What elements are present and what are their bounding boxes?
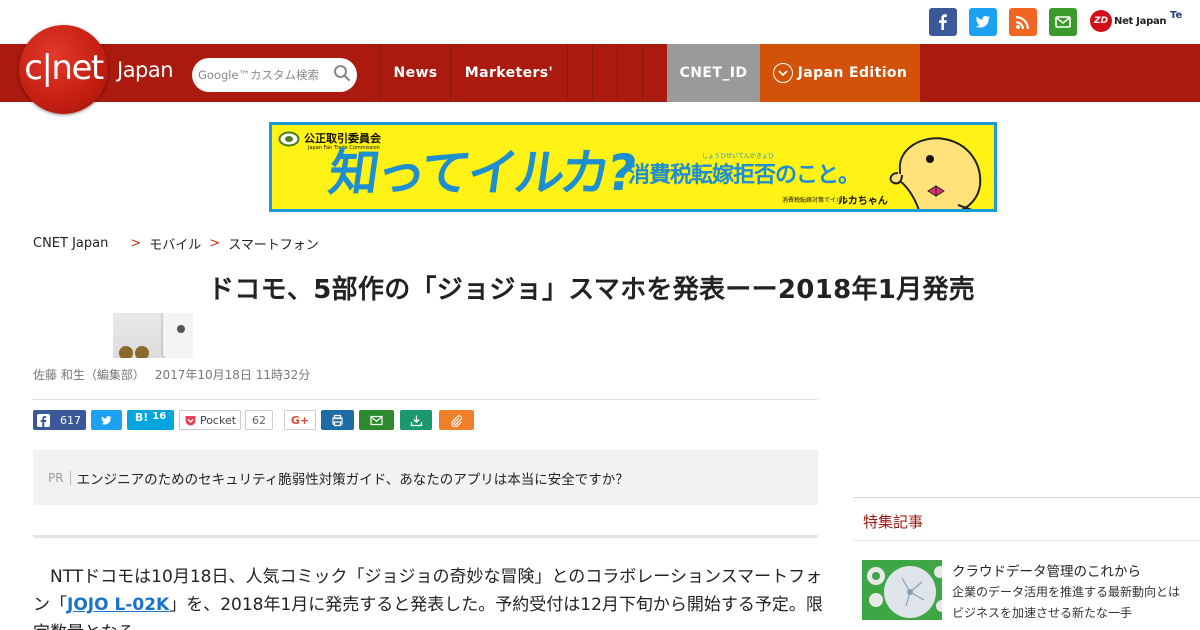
facebook-icon[interactable]: [929, 8, 957, 36]
sidebar-thumbnail[interactable]: [862, 560, 942, 620]
facebook-count: 617: [60, 413, 81, 427]
dolphin-mascot-icon: [889, 137, 982, 209]
article-title: ドコモ、5部作の「ジョジョ」スマホを発表ーー2018年1月発売: [208, 275, 976, 305]
breadcrumb-home[interactable]: CNET Japan: [33, 236, 108, 251]
nav-blank-3[interactable]: [617, 44, 642, 102]
print-button[interactable]: [321, 410, 354, 430]
article-thumbnail[interactable]: [113, 313, 193, 358]
jftc-seal-icon: [278, 131, 300, 147]
pr-box[interactable]: PR エンジニアのためのセキュリティ脆弱性対策ガイド、あなたのアプリは本当に安全…: [33, 450, 818, 505]
top-utility-bar: ZD Net Japan Te: [0, 0, 1200, 44]
twitter-icon[interactable]: [969, 8, 997, 36]
logo-text: c|net: [24, 47, 104, 88]
zdnet-japan-logo[interactable]: ZD Net Japan: [1090, 9, 1167, 33]
email-share-button[interactable]: [359, 410, 394, 430]
paperclip-icon: [451, 414, 462, 427]
ad-character-name: ルカちゃん: [838, 196, 888, 207]
nav-japan-edition[interactable]: Japan Edition: [760, 44, 920, 102]
nav-marketers[interactable]: Marketers': [450, 44, 567, 102]
nav-news[interactable]: News: [380, 44, 450, 102]
search-icon[interactable]: [333, 64, 351, 86]
pocket-count: 62: [245, 410, 273, 430]
facebook-icon: [37, 413, 50, 427]
pocket-button[interactable]: Pocket: [179, 410, 241, 430]
ad-headline: 知ってイルカ?: [325, 144, 638, 202]
clip-button[interactable]: [439, 410, 474, 430]
sidebar-item-description: 企業のデータ活用を推進する最新動向とは ビジネスを加速させる新たな一手: [952, 582, 1192, 624]
breadcrumb-separator: >: [130, 236, 142, 251]
hatena-count: 16: [152, 411, 167, 422]
nav-blank-4[interactable]: [642, 44, 667, 102]
twitter-icon: [101, 415, 112, 424]
divider: [853, 540, 1200, 541]
hatena-label: B!: [134, 411, 149, 424]
pocket-label: Pocket: [199, 413, 237, 427]
zdnet-mark: ZD: [1090, 10, 1112, 32]
byline: 佐藤 和生（編集部） 2017年10月18日 11時32分: [33, 366, 310, 383]
sidebar-heading: 特集記事: [863, 513, 924, 531]
rss-icon[interactable]: [1009, 8, 1037, 36]
hatena-bookmark-button[interactable]: B! 16: [127, 410, 174, 430]
sidebar-desc-line: 企業のデータ活用を推進する最新動向とは: [952, 585, 1181, 599]
print-icon: [332, 414, 343, 426]
ad-subheadline: 消費税転嫁拒否のこと。: [628, 163, 860, 188]
nav-blank-2[interactable]: [592, 44, 617, 102]
breadcrumb-mobile[interactable]: モバイル: [149, 234, 201, 253]
breadcrumb: CNET Japan > モバイル > スマートフォン: [33, 234, 319, 253]
divider: [33, 399, 818, 400]
partner-logo-te[interactable]: Te: [1170, 10, 1182, 21]
network-graphic-icon: [862, 560, 942, 620]
sidebar-desc-line: ビジネスを加速させる新たな一手: [952, 606, 1133, 620]
divider: [853, 497, 1200, 498]
mail-icon[interactable]: [1049, 8, 1077, 36]
pocket-icon: [185, 415, 196, 425]
divider: [33, 535, 818, 538]
facebook-share-button[interactable]: 617: [33, 410, 86, 430]
mail-icon: [370, 415, 383, 425]
pr-label: PR: [48, 470, 71, 485]
author-name: 佐藤 和生（編集部）: [33, 368, 145, 382]
edition-label[interactable]: Japan: [117, 58, 174, 82]
nav-blank-1[interactable]: [567, 44, 592, 102]
download-icon: [410, 415, 422, 426]
zdnet-text: Net Japan: [1114, 15, 1167, 27]
search-input[interactable]: [198, 58, 328, 92]
publish-date: 2017年10月18日 11時32分: [154, 368, 311, 382]
twitter-share-button[interactable]: [91, 410, 122, 430]
breadcrumb-smartphone[interactable]: スマートフォン: [228, 234, 319, 253]
article-body: NTTドコモは10月18日、人気コミック「ジョジョの奇妙な冒険」とのコラボレーシ…: [33, 563, 823, 630]
sidebar-item-title[interactable]: クラウドデータ管理のこれから: [952, 560, 1141, 580]
cnet-logo[interactable]: c|net: [19, 25, 108, 114]
breadcrumb-separator: >: [209, 236, 221, 251]
japan-edition-label: Japan Edition: [797, 65, 908, 81]
google-plus-button[interactable]: G+: [284, 410, 316, 430]
save-button[interactable]: [400, 410, 432, 430]
product-link[interactable]: JOJO L-02K: [67, 595, 169, 615]
nav-cnet-id[interactable]: CNET_ID: [667, 44, 760, 102]
chevron-down-icon: [772, 63, 793, 83]
pr-text[interactable]: エンジニアのためのセキュリティ脆弱性対策ガイド、あなたのアプリは本当に安全ですか…: [77, 468, 629, 488]
ad-banner[interactable]: 公正取引委員会 Japan Fair Trade Commission 知ってイ…: [269, 122, 997, 212]
